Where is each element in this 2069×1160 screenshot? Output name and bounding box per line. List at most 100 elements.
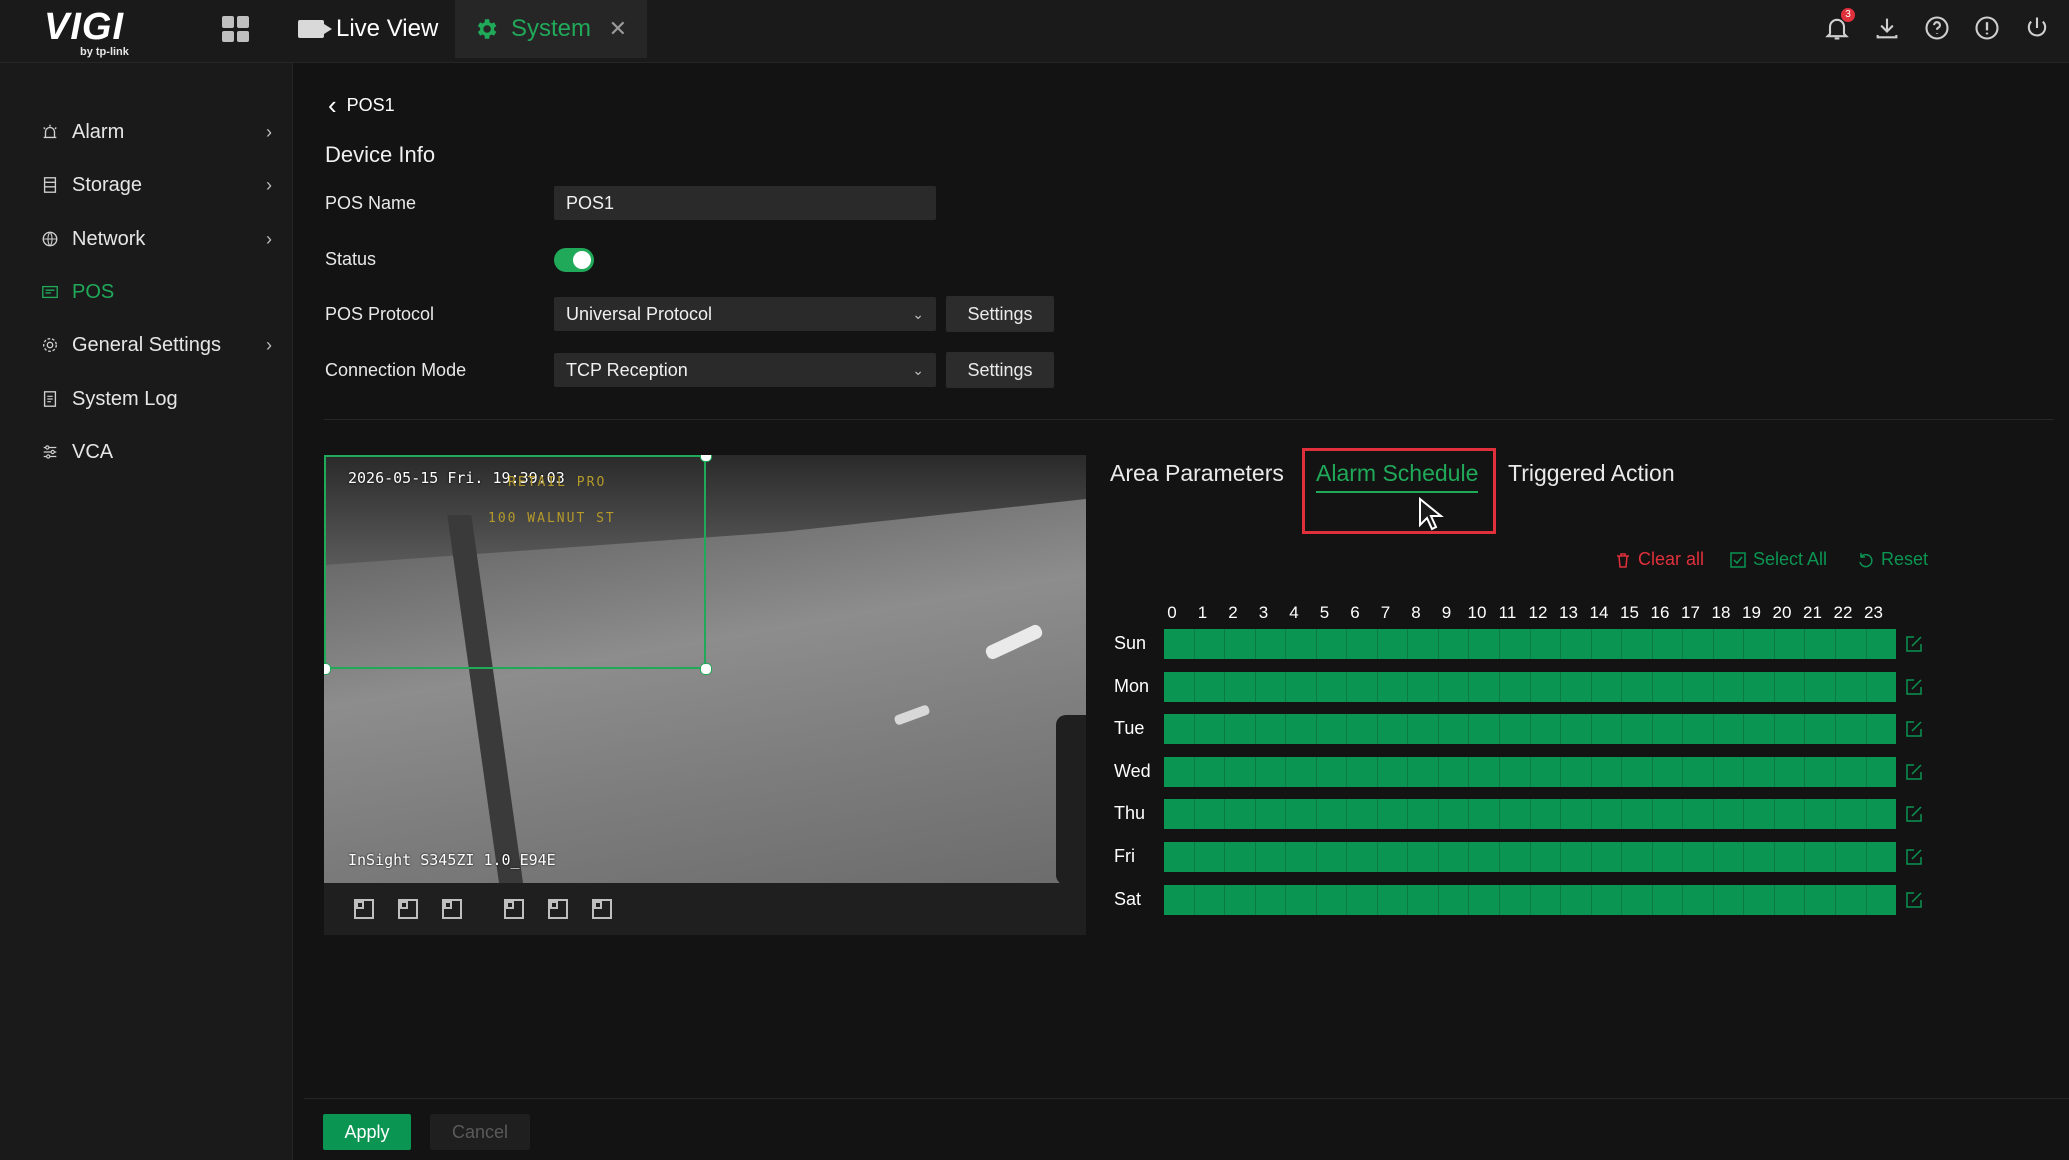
schedule-cell[interactable] (1867, 799, 1897, 829)
schedule-cell[interactable] (1469, 842, 1501, 872)
schedule-cell[interactable] (1500, 629, 1531, 659)
schedule-cell[interactable] (1561, 714, 1592, 745)
schedule-cell[interactable] (1225, 884, 1256, 915)
schedule-cell[interactable] (1561, 671, 1592, 702)
schedule-cell[interactable] (1836, 799, 1867, 830)
schedule-cell[interactable] (1531, 629, 1562, 659)
schedule-cell[interactable] (1347, 629, 1378, 659)
schedule-cell[interactable] (1500, 756, 1531, 787)
resize-handle[interactable] (700, 663, 712, 675)
schedule-row-wed[interactable] (1164, 756, 1897, 787)
tab-system[interactable]: System ✕ (455, 0, 647, 58)
schedule-cell[interactable] (1836, 671, 1867, 702)
schedule-cell[interactable] (1805, 842, 1837, 872)
schedule-cell[interactable] (1714, 799, 1745, 830)
position-middle-right-icon[interactable] (548, 899, 568, 919)
schedule-cell[interactable] (1683, 842, 1714, 872)
schedule-cell[interactable] (1317, 671, 1348, 702)
schedule-cell[interactable] (1225, 756, 1256, 787)
schedule-cell[interactable] (1439, 714, 1470, 745)
schedule-cell[interactable] (1744, 884, 1775, 915)
schedule-cell[interactable] (1195, 671, 1226, 702)
schedule-cell[interactable] (1286, 842, 1317, 872)
bell-icon[interactable]: 3 (1823, 8, 1855, 42)
schedule-cell[interactable] (1164, 884, 1195, 915)
schedule-cell[interactable] (1378, 842, 1409, 872)
schedule-cell[interactable] (1561, 756, 1592, 787)
schedule-cell[interactable] (1347, 842, 1378, 872)
schedule-cell[interactable] (1317, 884, 1348, 915)
schedule-cell[interactable] (1622, 842, 1653, 872)
schedule-cell[interactable] (1592, 842, 1623, 872)
power-icon[interactable] (2023, 14, 2051, 42)
schedule-cell[interactable] (1469, 884, 1501, 915)
schedule-cell[interactable] (1195, 842, 1226, 872)
schedule-cell[interactable] (1469, 714, 1501, 745)
sidebar-item-alarm[interactable]: Alarm › (40, 112, 280, 152)
schedule-row-sun[interactable] (1164, 629, 1896, 659)
schedule-row-mon[interactable] (1164, 671, 1896, 702)
schedule-cell[interactable] (1286, 799, 1317, 830)
sidebar-item-pos[interactable]: POS (40, 272, 280, 312)
schedule-cell[interactable] (1867, 885, 1897, 915)
schedule-cell[interactable] (1195, 884, 1226, 915)
schedule-cell[interactable] (1469, 671, 1501, 702)
schedule-row-sat[interactable] (1164, 884, 1897, 915)
schedule-cell[interactable] (1805, 714, 1837, 745)
schedule-cell[interactable] (1347, 714, 1378, 745)
back-arrow-icon[interactable]: ‹ (328, 90, 337, 121)
position-top-left-icon[interactable] (354, 899, 374, 919)
status-toggle[interactable] (554, 248, 594, 272)
schedule-cell[interactable] (1653, 629, 1684, 659)
help-icon[interactable] (1923, 14, 1951, 42)
schedule-row-tue[interactable] (1164, 714, 1896, 745)
schedule-cell[interactable] (1836, 714, 1867, 745)
schedule-cell[interactable] (1744, 756, 1775, 787)
cancel-button[interactable]: Cancel (430, 1114, 530, 1150)
schedule-cell[interactable] (1592, 671, 1623, 702)
schedule-cell[interactable] (1744, 671, 1775, 702)
schedule-cell[interactable] (1714, 671, 1745, 702)
schedule-cell[interactable] (1775, 884, 1806, 915)
schedule-cell[interactable] (1805, 799, 1837, 830)
schedule-row-fri[interactable] (1164, 842, 1896, 872)
edit-icon[interactable] (1905, 763, 1923, 781)
schedule-cell[interactable] (1531, 756, 1562, 787)
schedule-row-thu[interactable] (1164, 799, 1897, 830)
schedule-cell[interactable] (1805, 884, 1837, 915)
schedule-cell[interactable] (1408, 714, 1439, 745)
schedule-cell[interactable] (1775, 756, 1806, 787)
schedule-cell[interactable] (1561, 799, 1592, 830)
schedule-cell[interactable] (1317, 714, 1348, 745)
schedule-cell[interactable] (1164, 799, 1195, 830)
schedule-cell[interactable] (1439, 884, 1470, 915)
schedule-cell[interactable] (1469, 799, 1501, 830)
schedule-cell[interactable] (1805, 671, 1837, 702)
schedule-cell[interactable] (1256, 714, 1287, 745)
schedule-cell[interactable] (1408, 671, 1439, 702)
schedule-cell[interactable] (1408, 842, 1439, 872)
schedule-cell[interactable] (1286, 629, 1317, 659)
schedule-cell[interactable] (1561, 884, 1592, 915)
schedule-cell[interactable] (1347, 671, 1378, 702)
schedule-cell[interactable] (1867, 757, 1897, 787)
schedule-cell[interactable] (1531, 799, 1562, 830)
schedule-cell[interactable] (1836, 756, 1867, 787)
schedule-cell[interactable] (1378, 629, 1409, 659)
schedule-cell[interactable] (1683, 671, 1714, 702)
breadcrumb[interactable]: ‹ POS1 (328, 90, 395, 121)
connection-mode-select[interactable]: TCP Reception ⌄ (554, 353, 936, 387)
schedule-cell[interactable] (1378, 799, 1409, 830)
reset-button[interactable]: Reset (1857, 549, 1928, 570)
schedule-cell[interactable] (1469, 629, 1501, 659)
schedule-cell[interactable] (1225, 629, 1256, 659)
select-all-button[interactable]: Select All (1729, 549, 1827, 570)
connection-settings-button[interactable]: Settings (946, 352, 1054, 388)
schedule-cell[interactable] (1378, 756, 1409, 787)
schedule-cell[interactable] (1256, 884, 1287, 915)
clear-all-button[interactable]: Clear all (1614, 549, 1704, 570)
schedule-cell[interactable] (1164, 629, 1195, 659)
position-top-right-icon[interactable] (504, 899, 524, 919)
schedule-cell[interactable] (1408, 756, 1439, 787)
schedule-cell[interactable] (1317, 756, 1348, 787)
